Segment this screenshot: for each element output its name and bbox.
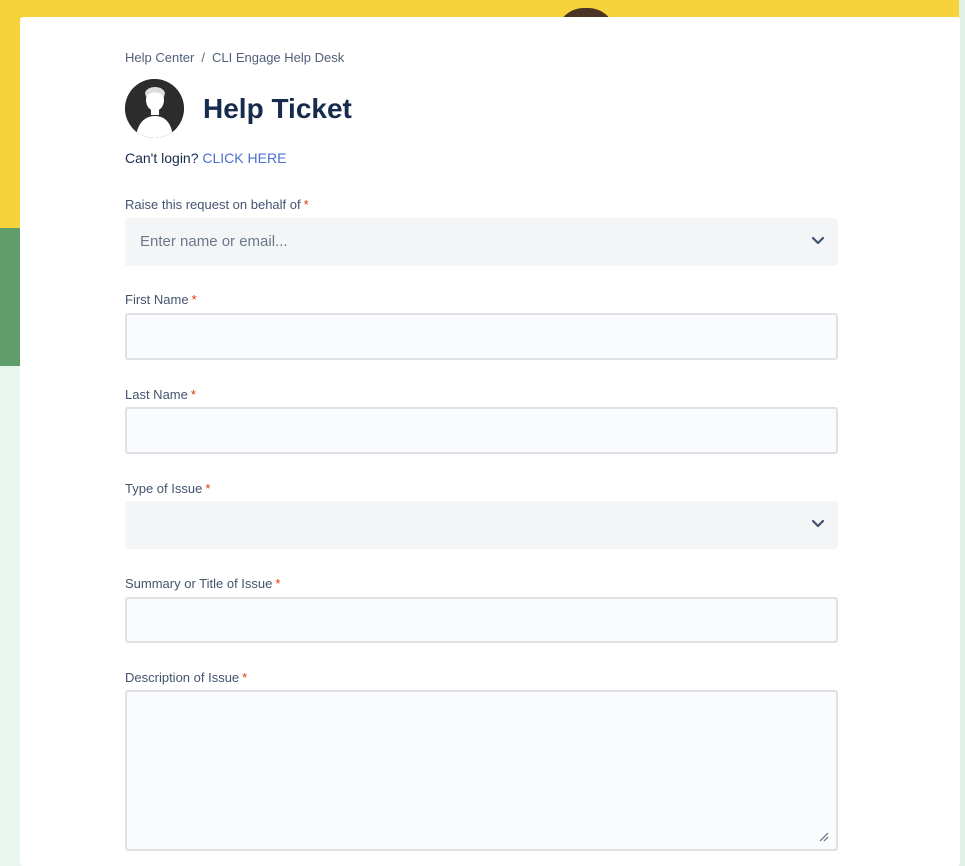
breadcrumb-help-center[interactable]: Help Center bbox=[125, 50, 194, 65]
description-textarea[interactable] bbox=[125, 690, 838, 851]
last-name-input[interactable] bbox=[125, 407, 838, 454]
login-help: Can't login? CLICK HERE bbox=[125, 150, 286, 166]
behalf-label-text: Raise this request on behalf of bbox=[125, 197, 301, 212]
help-ticket-card: Help Center / CLI Engage Help Desk Help Ti… bbox=[20, 17, 960, 866]
summary-label: Summary or Title of Issue * bbox=[125, 576, 280, 591]
last-name-label-text: Last Name bbox=[125, 387, 188, 402]
required-marker: * bbox=[205, 481, 211, 496]
issue-type-select[interactable] bbox=[125, 501, 838, 549]
first-name-label: First Name * bbox=[125, 292, 197, 307]
click-here-link[interactable]: CLICK HERE bbox=[202, 150, 286, 166]
resize-handle-icon[interactable] bbox=[819, 832, 829, 842]
issue-type-label-text: Type of Issue bbox=[125, 481, 203, 496]
last-name-label: Last Name * bbox=[125, 387, 196, 402]
behalf-select[interactable]: Enter name or email... bbox=[125, 218, 838, 266]
required-marker: * bbox=[303, 197, 309, 212]
breadcrumb-separator: / bbox=[201, 50, 205, 65]
breadcrumb: Help Center / CLI Engage Help Desk bbox=[125, 50, 344, 65]
required-marker: * bbox=[275, 576, 281, 591]
summary-input[interactable] bbox=[125, 597, 838, 643]
issue-type-label: Type of Issue * bbox=[125, 481, 210, 496]
behalf-label: Raise this request on behalf of * bbox=[125, 197, 309, 212]
required-marker: * bbox=[191, 292, 197, 307]
login-prompt: Can't login? bbox=[125, 150, 199, 166]
chevron-down-icon bbox=[811, 519, 825, 528]
required-marker: * bbox=[190, 387, 196, 402]
chevron-down-icon bbox=[811, 236, 825, 245]
description-label: Description of Issue * bbox=[125, 670, 247, 685]
behalf-placeholder: Enter name or email... bbox=[140, 233, 288, 250]
required-marker: * bbox=[242, 670, 248, 685]
user-silhouette-icon bbox=[125, 79, 184, 138]
page-title: Help Ticket bbox=[203, 93, 352, 124]
first-name-label-text: First Name bbox=[125, 292, 189, 307]
description-label-text: Description of Issue bbox=[125, 670, 240, 685]
breadcrumb-cli-engage-help-desk[interactable]: CLI Engage Help Desk bbox=[212, 50, 344, 65]
summary-label-text: Summary or Title of Issue bbox=[125, 576, 273, 591]
first-name-input[interactable] bbox=[125, 313, 838, 360]
